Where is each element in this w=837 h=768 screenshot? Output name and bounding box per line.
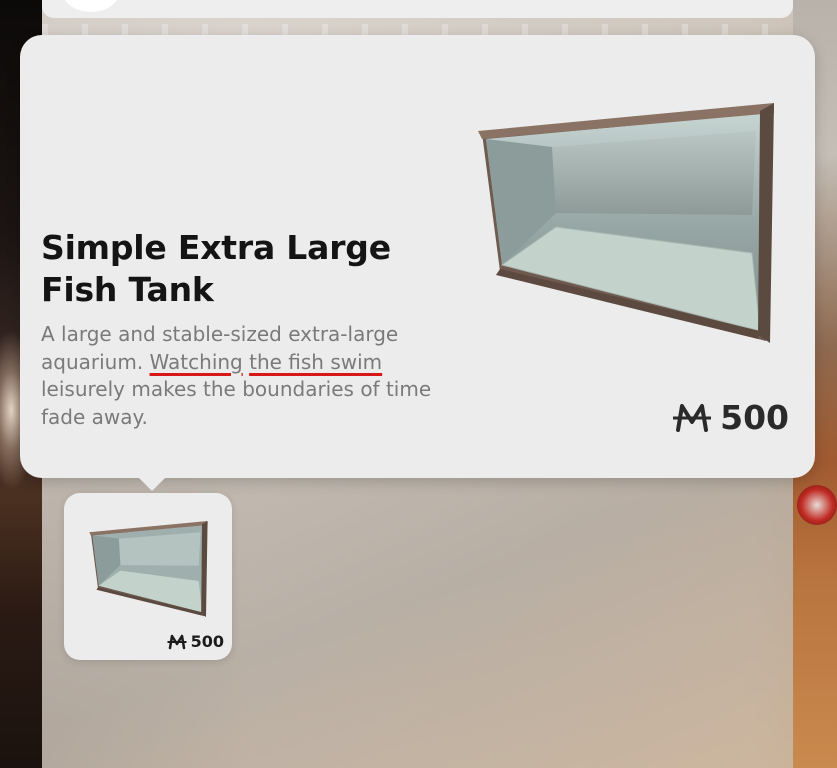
- price-amount: 500: [720, 398, 789, 437]
- top-bar: [42, 0, 793, 18]
- spellcheck-word-watching: Watching: [149, 349, 243, 374]
- description-text-end: leisurely makes the boundaries of time f…: [41, 377, 432, 429]
- fish-tank-image: [478, 103, 774, 343]
- thumbnail-price: 500: [166, 632, 224, 651]
- spellcheck-phrase-fish-swim: the fish swim: [249, 349, 383, 374]
- currency-icon: [673, 403, 712, 432]
- thumbnail-price-amount: 500: [190, 632, 224, 651]
- fish-tank-thumbnail-image: [89, 521, 208, 617]
- avatar[interactable]: [62, 0, 120, 12]
- item-description: A large and stable-sized extra-large aqu…: [41, 321, 441, 431]
- tooltip-arrow: [138, 477, 166, 491]
- item-title: Simple Extra Large Fish Tank: [41, 228, 391, 309]
- item-price: 500: [672, 398, 789, 437]
- currency-icon: [167, 634, 187, 649]
- background-red-object: [797, 485, 837, 525]
- item-tooltip-card: Simple Extra Large Fish Tank A large and…: [20, 35, 815, 491]
- inventory-slot-fish-tank[interactable]: 500: [64, 493, 232, 660]
